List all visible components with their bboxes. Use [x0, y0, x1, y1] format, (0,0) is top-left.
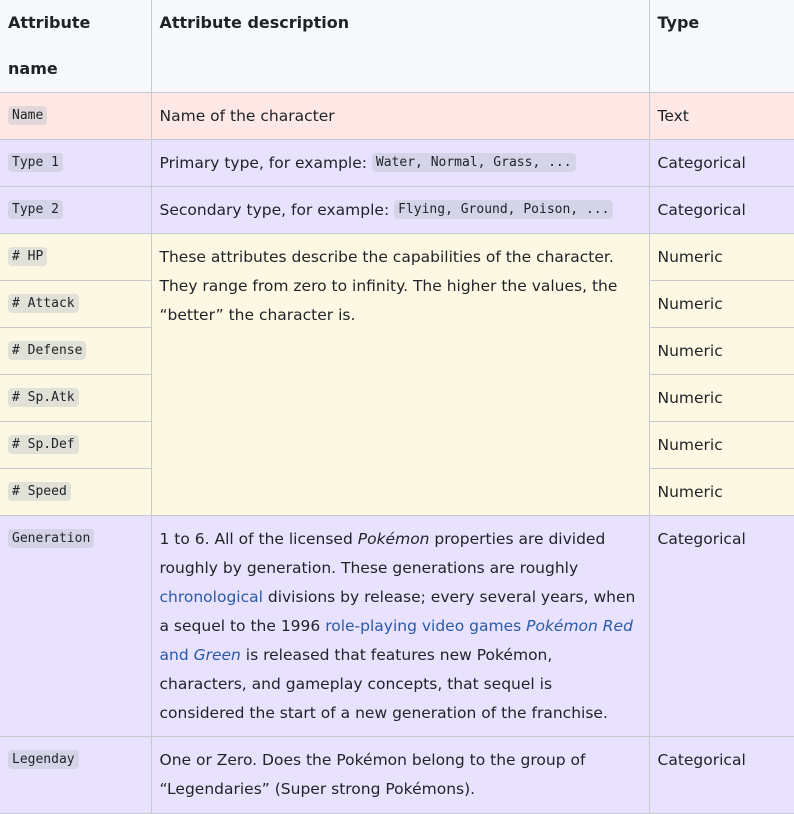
type-cell: Numeric [648, 374, 794, 422]
table-row: Legenday One or Zero. Does the Pokémon b… [0, 736, 794, 814]
type-cell: Categorical [648, 515, 794, 737]
type-cell: Categorical [648, 736, 794, 814]
description-text: Secondary type, for example: [159, 201, 395, 219]
attribute-cell: Generation [0, 515, 152, 737]
description-cell: Primary type, for example: Water, Normal… [150, 139, 650, 187]
table-header-row: Attribute name Attribute description Typ… [0, 0, 794, 93]
attribute-code: # Sp.Atk [8, 388, 79, 407]
attribute-cell: # Sp.Def [0, 421, 152, 469]
attribute-cell: # Attack [0, 280, 152, 328]
attribute-cell: Legenday [0, 736, 152, 814]
description-cell: These attributes describe the capabiliti… [150, 233, 650, 516]
type-cell: Categorical [648, 139, 794, 187]
attribute-code: # Defense [8, 341, 87, 360]
description-cell: One or Zero. Does the Pokémon belong to … [150, 736, 650, 814]
link-emphasis: Green [193, 646, 241, 664]
type-cell: Numeric [648, 421, 794, 469]
attribute-cell: # Sp.Atk [0, 374, 152, 422]
table-row: # HP These attributes describe the capab… [0, 233, 794, 516]
type-cell: Numeric [648, 468, 794, 516]
attribute-cell: # Defense [0, 327, 152, 375]
attribute-cell: # HP [0, 233, 152, 281]
type-cell: Numeric [648, 280, 794, 328]
header-attribute-description: Attribute description [150, 0, 650, 93]
chronological-link[interactable]: chronological [160, 588, 263, 606]
table-row: Type 1 Primary type, for example: Water,… [0, 139, 794, 187]
attribute-cell: Name [0, 92, 152, 140]
attribute-cell: Type 2 [0, 186, 152, 234]
description-cell: Name of the character [150, 92, 650, 140]
type-cell: Numeric [648, 327, 794, 375]
header-type: Type [648, 0, 794, 93]
type-cell: Categorical [648, 186, 794, 234]
description-text: Primary type, for example: [159, 154, 372, 172]
description-cell: 1 to 6. All of the licensed Pokémon prop… [150, 515, 650, 737]
example-code: Water, Normal, Grass, ... [371, 153, 576, 172]
attribute-code: Legenday [8, 750, 79, 769]
description-emphasis: Pokémon [357, 530, 430, 548]
type-cell: Numeric [648, 233, 794, 281]
description-text: 1 to 6. All of the licensed [159, 530, 358, 548]
attribute-code: # HP [8, 247, 48, 266]
table-row: Name Name of the character Text [0, 92, 794, 140]
link-text: role-playing video games [325, 617, 527, 635]
attribute-code: # Sp.Def [8, 435, 79, 454]
type-cell: Text [648, 92, 794, 140]
header-attribute-name: Attribute name [0, 0, 152, 93]
table-row: Type 2 Secondary type, for example: Flyi… [0, 186, 794, 234]
attribute-code: # Attack [8, 294, 79, 313]
attributes-table: Attribute name Attribute description Typ… [0, 0, 794, 814]
attribute-code: # Speed [8, 482, 71, 501]
attribute-code: Type 2 [8, 200, 63, 219]
attribute-code: Name [8, 106, 48, 125]
attribute-cell: Type 1 [0, 139, 152, 187]
link-emphasis: Pokémon Red [526, 617, 633, 635]
attribute-cell: # Speed [0, 468, 152, 516]
link-text: and [159, 646, 194, 664]
example-code: Flying, Ground, Poison, ... [394, 200, 614, 219]
attribute-code: Generation [8, 529, 95, 548]
description-cell: Secondary type, for example: Flying, Gro… [150, 186, 650, 234]
table-row: Generation 1 to 6. All of the licensed P… [0, 515, 794, 737]
attribute-code: Type 1 [8, 153, 63, 172]
